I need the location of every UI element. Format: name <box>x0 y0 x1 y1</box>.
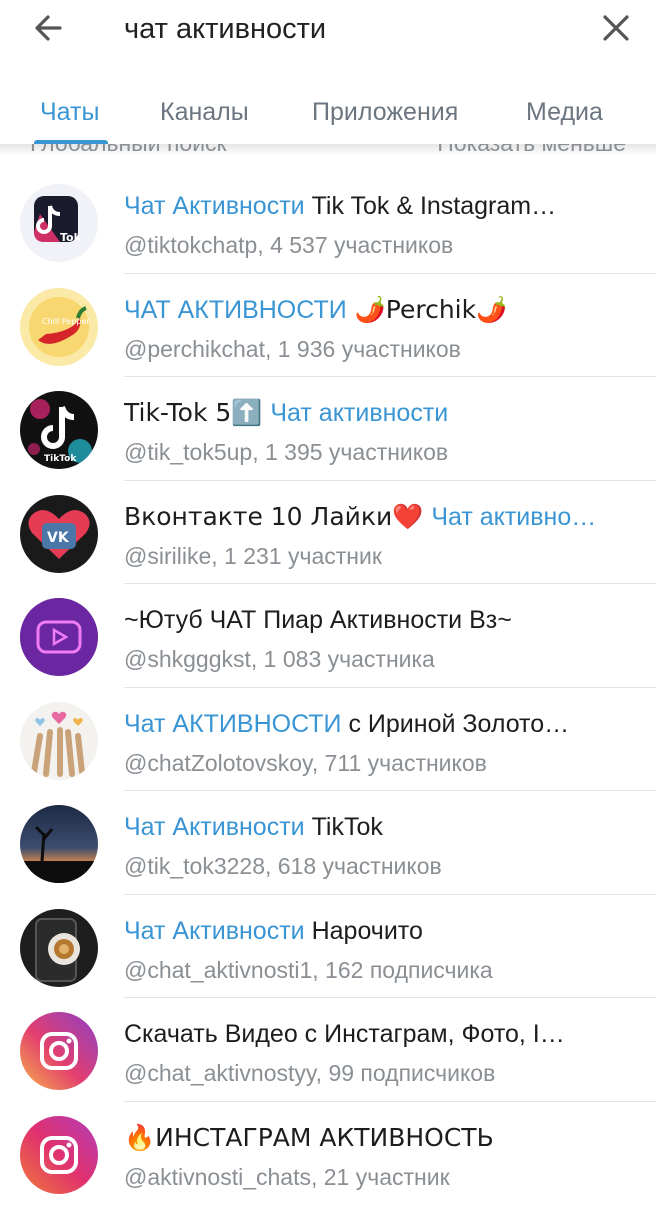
list-item[interactable]: 🔥ИНСТАГРАМ АКТИВНОСТЬ @aktivnosti_chats,… <box>0 1102 656 1205</box>
result-subtitle: @aktivnosti_chats, 21 участник <box>124 1162 624 1192</box>
title-highlight: ЧАТ АКТИВНОСТИ <box>124 296 347 324</box>
result-subtitle: @shkgggkst, 1 083 участника <box>124 644 624 674</box>
vk-heart-avatar: VK <box>20 495 98 573</box>
tiktok-neon-avatar: TikTok <box>20 391 98 469</box>
tab-apps[interactable]: Приложения <box>312 98 458 127</box>
result-subtitle: @tiktokchatp, 4 537 участников <box>124 230 624 260</box>
title-prefix: 🔥ИНСТАГРАМ АКТИВНОСТЬ <box>124 1123 494 1152</box>
result-title: Чат АКТИВНОСТИ с Ириной Золото… <box>124 708 614 740</box>
sunset-tree-avatar <box>20 805 98 883</box>
result-title: 🔥ИНСТАГРАМ АКТИВНОСТЬ <box>124 1122 614 1154</box>
list-item[interactable]: VK Вконтакте 10 Лайки❤️ Чат активно… @si… <box>0 481 656 585</box>
result-subtitle: @chatZolotovskoy, 711 участников <box>124 748 624 778</box>
title-prefix: Скачать Видео с Инстаграм, Фото, I… <box>124 1020 565 1048</box>
result-subtitle: @sirilike, 1 231 участник <box>124 541 624 571</box>
result-title: ~Ютуб ЧАТ Пиар Активности Вз~ <box>124 604 614 636</box>
result-title: ЧАТ АКТИВНОСТИ 🌶️Perchik🌶️ <box>124 294 614 326</box>
title-prefix: Вконтакте 10 Лайки❤️ <box>124 502 431 531</box>
title-highlight: Чат активности <box>270 399 448 427</box>
close-icon <box>596 10 636 46</box>
result-title: Чат Активности TikTok <box>124 811 614 843</box>
search-tabs: Чаты Каналы Приложения Медиа <box>0 80 656 144</box>
list-item[interactable]: Чат АКТИВНОСТИ с Ириной Золото… @chatZol… <box>0 688 656 792</box>
result-title: Чат Активности Tik Tok & Instagram… <box>124 190 614 222</box>
result-subtitle: @tik_tok3228, 618 участников <box>124 851 624 881</box>
result-subtitle: @perchikchat, 1 936 участников <box>124 334 624 364</box>
instagram-logo-avatar <box>20 1116 98 1194</box>
arrow-left-icon <box>30 10 70 46</box>
list-item[interactable]: Скачать Видео с Инстаграм, Фото, I… @cha… <box>0 998 656 1102</box>
clear-search-button[interactable] <box>596 10 636 46</box>
title-highlight: Чат Активности <box>124 917 305 945</box>
list-item[interactable]: Чат Активности TikTok @tik_tok3228, 618 … <box>0 791 656 895</box>
instagram-logo-avatar <box>20 1012 98 1090</box>
result-title: Чат Активности Нарочито <box>124 915 614 947</box>
title-highlight: Чат АКТИВНОСТИ <box>124 710 342 738</box>
list-item[interactable]: Чат Активности Нарочито @chat_aktivnosti… <box>0 895 656 999</box>
svg-text:Tok: Tok <box>60 231 82 244</box>
title-prefix: ~Ютуб ЧАТ Пиар Активности Вз~ <box>124 606 512 634</box>
search-bar: чат активности <box>0 0 656 62</box>
title-prefix: Tik-Tok 5⬆️ <box>124 398 270 427</box>
result-subtitle: @chat_aktivnostyy, 99 подписчиков <box>124 1058 624 1088</box>
result-title: Скачать Видео с Инстаграм, Фото, I… <box>124 1018 614 1050</box>
tiktok-logo-avatar: Tok <box>20 184 98 262</box>
title-rest: TikTok <box>305 813 383 841</box>
tab-media[interactable]: Медиа <box>526 98 603 127</box>
svg-text:TikTok: TikTok <box>44 454 77 464</box>
list-item[interactable]: Chill Pepper ЧАТ АКТИВНОСТИ 🌶️Perchik🌶️ … <box>0 274 656 378</box>
list-item[interactable]: ~Ютуб ЧАТ Пиар Активности Вз~ @shkgggkst… <box>0 584 656 688</box>
title-rest: с Ириной Золото… <box>342 710 570 738</box>
phone-coffee-avatar <box>20 909 98 987</box>
list-item[interactable]: TikTok Tik-Tok 5⬆️ Чат активности @tik_t… <box>0 377 656 481</box>
result-title: Tik-Tok 5⬆️ Чат активности <box>124 397 614 429</box>
show-less-link[interactable]: Показать меньше <box>437 144 626 157</box>
section-header: Глобальный поиск Показать меньше <box>0 144 656 158</box>
result-subtitle: @chat_aktivnosti1, 162 подписчика <box>124 955 624 985</box>
title-rest: 🌶️Perchik🌶️ <box>347 295 508 324</box>
tab-channels[interactable]: Каналы <box>160 98 249 127</box>
title-highlight: Чат Активности <box>124 192 305 220</box>
title-rest: Нарочито <box>305 917 423 945</box>
chili-pepper-avatar: Chill Pepper <box>20 288 98 366</box>
title-rest: Tik Tok & Instagram… <box>305 192 556 220</box>
search-results-list: Tok Чат Активности Tik Tok & Instagram… … <box>0 170 656 1205</box>
youtube-neon-avatar <box>20 598 98 676</box>
section-title: Глобальный поиск <box>30 144 227 157</box>
svg-text:VK: VK <box>47 530 70 546</box>
svg-text:Chill Pepper: Chill Pepper <box>42 317 90 326</box>
hands-hearts-avatar <box>20 702 98 780</box>
result-subtitle: @tik_tok5up, 1 395 участников <box>124 437 624 467</box>
result-title: Вконтакте 10 Лайки❤️ Чат активно… <box>124 501 614 533</box>
back-button[interactable] <box>30 10 70 46</box>
list-item[interactable]: Tok Чат Активности Tik Tok & Instagram… … <box>0 170 656 274</box>
search-input[interactable]: чат активности <box>124 12 326 46</box>
tab-chats[interactable]: Чаты <box>40 98 99 127</box>
title-highlight: Чат активно… <box>431 503 596 531</box>
title-highlight: Чат Активности <box>124 813 305 841</box>
